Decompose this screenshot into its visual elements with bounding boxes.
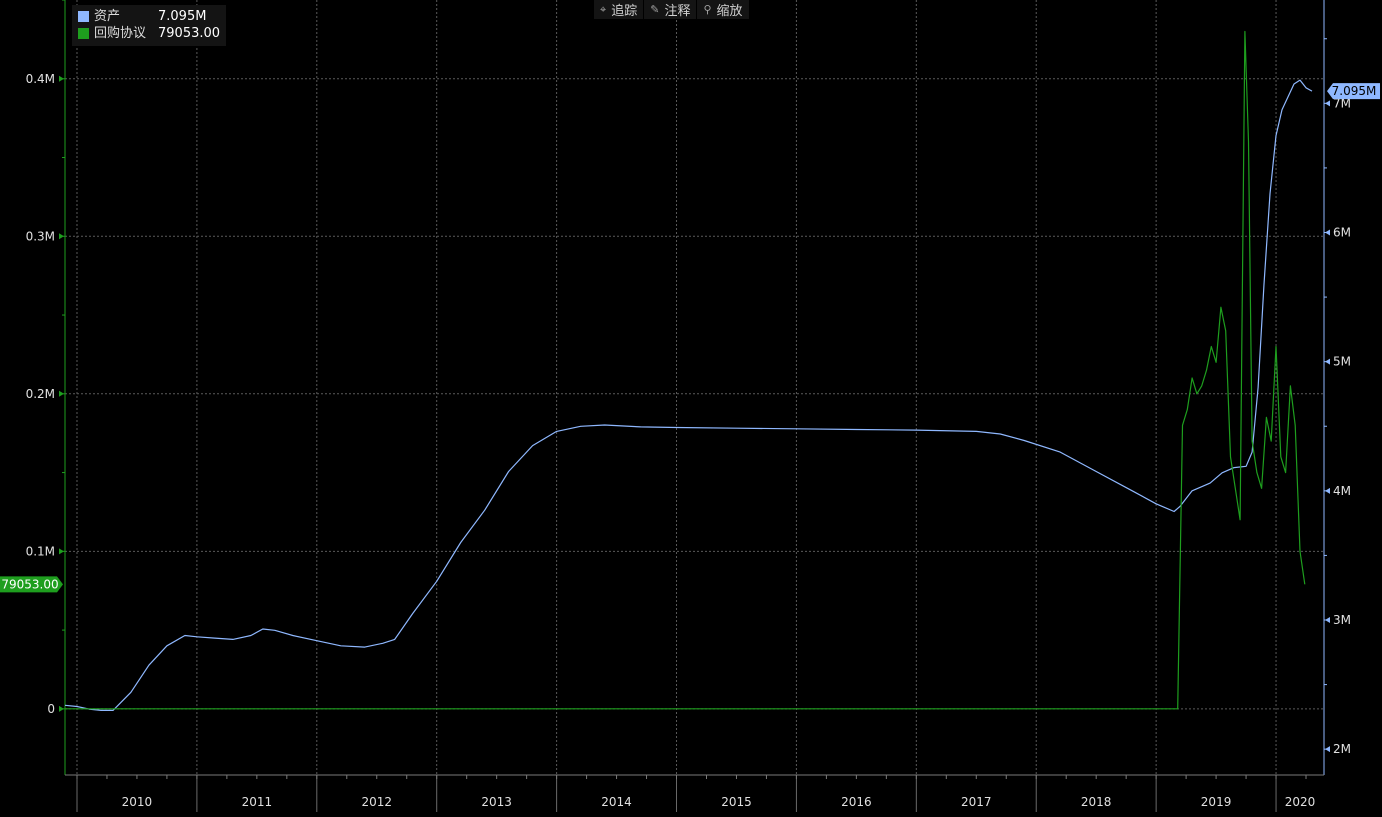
- left-tick-label: 0: [47, 702, 55, 716]
- x-tick-label: 2013: [481, 795, 512, 809]
- legend-value-repo: 79053.00: [158, 26, 221, 41]
- left-tick-label: 0.3M: [26, 229, 55, 243]
- crosshair-button[interactable]: ⌖ 追踪: [594, 0, 645, 19]
- right-tick-label: 5M: [1333, 355, 1351, 369]
- zoom-button[interactable]: ⚲ 缩放: [697, 0, 750, 19]
- legend-label-assets: 资产: [94, 9, 121, 24]
- left-tick-label: 0.1M: [26, 544, 55, 558]
- chart-svg: 00.1M0.2M0.3M0.4M2M3M4M5M6M7M2010 2011 201…: [0, 0, 1380, 812]
- left-tick-label: 0.2M: [26, 387, 55, 401]
- legend-swatch-assets: [78, 11, 89, 22]
- x-tick-label: 2010: [122, 795, 153, 809]
- right-tick-label: 6M: [1333, 226, 1351, 240]
- x-tick-label: 2019: [1201, 795, 1232, 809]
- annotate-button[interactable]: ✎ 注释: [644, 0, 698, 19]
- x-tick-label: 2020: [1285, 795, 1316, 809]
- right-tick-label: 3M: [1333, 613, 1351, 627]
- x-tick-label: 2018: [1081, 795, 1112, 809]
- x-tick-label: 2017: [961, 795, 992, 809]
- chart-area[interactable]: 0 0.1M 0.2M 0.3M 0.4M 2M 3M 4M 5M 6M 7M 2010 2011 201…: [0, 0, 1382, 817]
- legend-label-repo: 回购协议: [94, 26, 147, 41]
- x-tick-label: 2015: [721, 795, 752, 809]
- right-tick-label: 2M: [1333, 742, 1351, 756]
- chart-toolbar: ⌖ 追踪 ✎ 注释 ⚲ 缩放: [594, 0, 750, 19]
- pencil-icon: ✎: [650, 3, 660, 16]
- x-tick-label: 2012: [361, 795, 392, 809]
- right-last-value-label: 7.095M: [1332, 84, 1377, 98]
- x-tick-label: 2011: [242, 795, 273, 809]
- series-line-assets: [64, 79, 1313, 712]
- series-line-repo: [65, 30, 1306, 710]
- left-tick-label: 0.4M: [26, 72, 55, 86]
- crosshair-icon: ⌖: [600, 2, 607, 16]
- legend-row-repo[interactable]: 回购协议 79053.00: [78, 25, 220, 42]
- magnifier-icon: ⚲: [703, 3, 712, 16]
- crosshair-label: 追踪: [611, 4, 638, 19]
- x-tick-label: 2016: [841, 795, 872, 809]
- right-tick-label: 4M: [1333, 484, 1351, 498]
- left-last-value-label: 79053.00: [1, 577, 58, 591]
- legend-value-assets: 7.095M: [158, 9, 207, 24]
- legend-swatch-repo: [78, 28, 89, 39]
- legend-row-assets[interactable]: 资产 7.095M: [78, 8, 220, 25]
- zoom-label: 缩放: [716, 4, 743, 19]
- x-tick-label: 2014: [601, 795, 632, 809]
- annotate-label: 注释: [664, 4, 691, 19]
- legend: 资产 7.095M 回购协议 79053.00: [72, 5, 227, 46]
